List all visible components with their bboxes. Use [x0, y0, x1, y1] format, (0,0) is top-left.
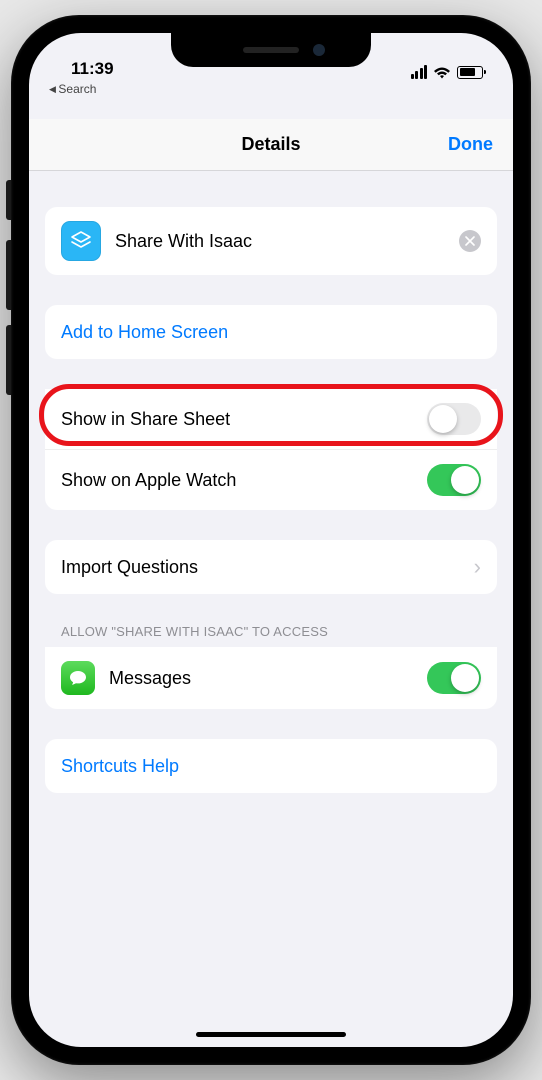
messages-label: Messages	[109, 668, 427, 689]
messages-toggle[interactable]	[427, 662, 481, 694]
share-sheet-label: Show in Share Sheet	[61, 409, 427, 430]
phone-frame: 11:39 Search Details Done	[11, 15, 531, 1065]
speaker-grill	[243, 47, 299, 53]
messages-icon	[61, 661, 95, 695]
import-questions-label: Import Questions	[61, 557, 474, 578]
clear-name-button[interactable]	[459, 230, 481, 252]
shortcut-icon	[61, 221, 101, 261]
back-to-search[interactable]: Search	[49, 82, 96, 96]
scroll-area[interactable]: Share With Isaac Add to Home Screen Show…	[29, 207, 513, 793]
apple-watch-row[interactable]: Show on Apple Watch	[45, 449, 497, 510]
wifi-icon	[433, 66, 451, 79]
add-to-home-label: Add to Home Screen	[61, 322, 228, 343]
notch	[171, 33, 371, 67]
status-time: 11:39	[59, 59, 114, 79]
import-questions-button[interactable]: Import Questions ›	[45, 540, 497, 594]
status-indicators	[411, 65, 484, 79]
apple-watch-label: Show on Apple Watch	[61, 470, 427, 491]
page-title: Details	[241, 134, 300, 155]
battery-icon	[457, 66, 483, 79]
shortcuts-help-button[interactable]: Shortcuts Help	[45, 739, 497, 793]
front-camera	[313, 44, 325, 56]
screen: 11:39 Search Details Done	[29, 33, 513, 1047]
shortcut-name-cell[interactable]: Share With Isaac	[45, 207, 497, 275]
shortcut-name-label: Share With Isaac	[115, 231, 459, 252]
content-area: Details Done Share With Isaac	[29, 81, 513, 1047]
access-section-header: ALLOW "SHARE WITH ISAAC" TO ACCESS	[45, 624, 497, 647]
apple-watch-toggle[interactable]	[427, 464, 481, 496]
shortcuts-help-label: Shortcuts Help	[61, 756, 179, 777]
home-indicator[interactable]	[196, 1032, 346, 1037]
done-button[interactable]: Done	[448, 134, 493, 155]
signal-icon	[411, 65, 428, 79]
add-to-home-screen-button[interactable]: Add to Home Screen	[45, 305, 497, 359]
messages-access-row[interactable]: Messages	[45, 647, 497, 709]
share-sheet-toggle[interactable]	[427, 403, 481, 435]
nav-header: Details Done	[29, 119, 513, 171]
chevron-right-icon: ›	[474, 554, 481, 580]
share-sheet-row[interactable]: Show in Share Sheet	[45, 389, 497, 449]
